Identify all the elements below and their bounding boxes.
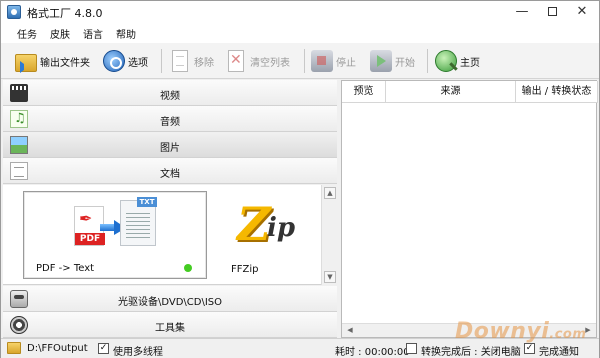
start-button[interactable]: 开始 (370, 47, 415, 75)
remove-icon (172, 50, 188, 72)
home-icon (435, 50, 457, 72)
clear-list-icon (228, 50, 244, 72)
text-lines (126, 213, 150, 239)
task-list[interactable]: 预览 来源 输出 / 转换状态 ◀ ▶ (341, 80, 598, 338)
stop-label: 停止 (336, 57, 356, 69)
maximize-button[interactable] (537, 3, 567, 21)
stop-icon (311, 50, 333, 72)
stop-button[interactable]: 停止 (311, 47, 356, 75)
output-folder-label: 输出文件夹 (40, 57, 90, 69)
minimize-button[interactable]: — (507, 3, 537, 21)
tiles-scrollbar[interactable]: ▲ ▼ (321, 185, 337, 285)
start-label: 开始 (395, 57, 415, 69)
document-tools-grid: ✒ PDF TXT PDF -> Text Z ip FFZip (3, 185, 321, 285)
column-header-output-status[interactable]: 输出 / 转换状态 (516, 81, 598, 103)
after-convert-checkbox[interactable] (406, 343, 417, 354)
clear-list-label: 清空列表 (250, 57, 290, 69)
zip-letter-z: Z (237, 197, 271, 251)
menu-bar: 任务 皮肤 语言 帮助 (1, 23, 599, 43)
home-button[interactable]: 主页 (435, 47, 480, 75)
folder-icon (15, 54, 37, 73)
status-dot (184, 264, 192, 272)
watermark-suffix: .com (549, 327, 587, 342)
app-window: 格式工厂 4.8.0 — ✕ 任务 皮肤 语言 帮助 输出文件夹 选项 移除 清… (0, 0, 600, 358)
options-label: 选项 (128, 57, 148, 69)
completion-notify-checkbox[interactable]: ✓ (524, 343, 535, 354)
menu-help[interactable]: 帮助 (116, 26, 136, 41)
text-page-icon: TXT (120, 197, 157, 246)
column-header-preview[interactable]: 预览 (342, 81, 386, 103)
txt-tag: TXT (137, 197, 157, 207)
menu-skin[interactable]: 皮肤 (50, 26, 70, 41)
pdf-to-text-label: PDF -> Text (36, 263, 95, 274)
category-video[interactable]: 视频 (3, 80, 337, 106)
title-bar: 格式工厂 4.8.0 — ✕ (1, 1, 599, 23)
watermark-main: Downyi (455, 319, 550, 344)
ffzip-label: FFZip (231, 264, 259, 275)
scroll-left-icon[interactable]: ◀ (344, 325, 356, 336)
options-button[interactable]: 选项 (103, 47, 148, 75)
window-title: 格式工厂 4.8.0 (27, 7, 103, 20)
ffzip-tile[interactable]: Z ip FFZip (217, 191, 307, 279)
multithread-label: 使用多线程 (113, 347, 163, 358)
category-audio-label: 音频 (160, 117, 180, 128)
category-document-label: 文档 (160, 169, 180, 180)
elapsed-time: 耗时 : 00:00:00 (335, 347, 410, 358)
ffzip-icon: Z ip (237, 197, 296, 253)
toolbar-separator (304, 49, 305, 73)
output-path[interactable]: D:\FFOutput (27, 343, 88, 354)
menu-task[interactable]: 任务 (17, 26, 37, 41)
options-icon (103, 50, 125, 72)
category-video-label: 视频 (160, 91, 180, 102)
category-picture-label: 图片 (160, 143, 180, 154)
category-document[interactable]: 文档 (3, 158, 337, 184)
category-audio[interactable]: 音频 (3, 106, 337, 132)
category-tools[interactable]: 工具集 (3, 312, 337, 338)
remove-label: 移除 (194, 57, 214, 69)
start-icon (370, 50, 392, 72)
scroll-down-icon[interactable]: ▼ (324, 271, 336, 283)
zip-letters-ip: ip (267, 213, 296, 243)
category-disc[interactable]: 光驱设备\DVD\CD\ISO (3, 286, 337, 312)
close-button[interactable]: ✕ (567, 3, 597, 21)
multithread-checkbox[interactable]: ✓ (98, 343, 109, 354)
pdf-tag: PDF (75, 233, 105, 245)
output-folder-button[interactable]: 输出文件夹 (15, 47, 90, 75)
category-tools-label: 工具集 (155, 323, 185, 334)
menu-language[interactable]: 语言 (83, 26, 103, 41)
home-label: 主页 (460, 57, 480, 69)
acrobat-logo-icon: ✒ (79, 209, 93, 228)
scroll-up-icon[interactable]: ▲ (324, 187, 336, 199)
column-header-source[interactable]: 来源 (386, 81, 516, 103)
toolbar: 输出文件夹 选项 移除 清空列表 停止 开始 主页 (1, 43, 599, 79)
watermark-logo: Downyi.com (455, 319, 586, 344)
remove-button[interactable]: 移除 (169, 47, 214, 75)
category-disc-label: 光驱设备\DVD\CD\ISO (117, 297, 223, 308)
clear-list-button[interactable]: 清空列表 (225, 47, 290, 75)
category-panel: 视频 音频 图片 文档 ✒ PDF TXT (3, 80, 337, 338)
category-picture[interactable]: 图片 (3, 132, 337, 158)
after-convert-label: 转换完成后 : 关闭电脑 (421, 347, 521, 358)
toolbar-separator (161, 49, 162, 73)
toolbar-separator (427, 49, 428, 73)
output-folder-icon (7, 342, 21, 354)
app-logo-icon (7, 5, 21, 19)
completion-notify-label: 完成通知 (539, 347, 579, 358)
pdf-to-text-icon: ✒ PDF TXT (74, 197, 164, 256)
pdf-to-text-tile[interactable]: ✒ PDF TXT PDF -> Text (23, 191, 207, 279)
maximize-icon (547, 7, 557, 16)
